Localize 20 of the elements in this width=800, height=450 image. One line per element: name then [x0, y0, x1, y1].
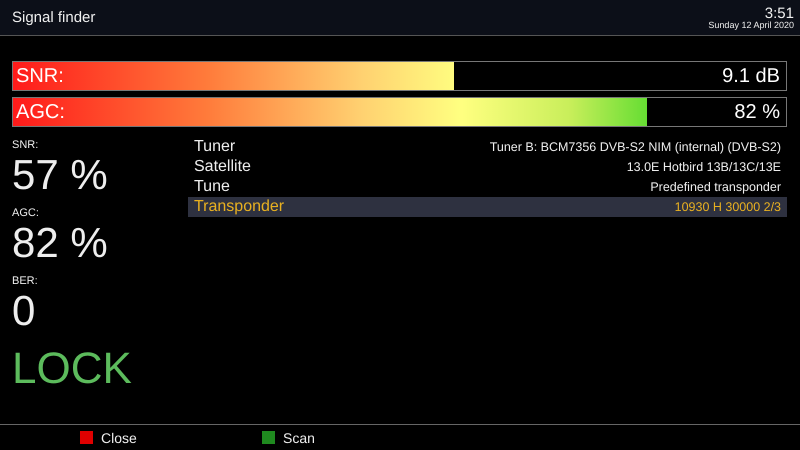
lock-status: LOCK: [12, 347, 133, 391]
setting-row[interactable]: Tuner Tuner B: BCM7356 DVB-S2 NIM (internal) (DVB-S2): [188, 137, 787, 157]
window-title: Signal finder: [12, 9, 96, 26]
stat-label: AGC:: [12, 207, 40, 219]
color-key-button[interactable]: Scan: [262, 430, 444, 446]
stat-value: 57 %: [12, 151, 109, 199]
clock-time: 3:51: [764, 6, 794, 20]
stat-label: SNR:: [12, 139, 40, 151]
setting-row[interactable]: Transponder 10930 H 30000 2/3: [188, 197, 787, 217]
stat-label: BER:: [12, 275, 39, 287]
stat-value: 82 %: [12, 219, 109, 267]
stat-value: 0: [12, 287, 36, 335]
meter-reading: 9.1 dB: [722, 65, 780, 88]
meter-label: SNR:: [16, 65, 64, 88]
setting-row[interactable]: Tune Predefined transponder: [188, 177, 787, 197]
setting-row[interactable]: Satellite 13.0E Hotbird 13B/13C/13E: [188, 157, 787, 177]
meter-label: AGC:: [16, 101, 65, 124]
meter-reading: 82 %: [734, 101, 780, 124]
clock-date: Sunday 12 April 2020: [708, 20, 794, 30]
color-key-button[interactable]: Close: [80, 430, 262, 446]
